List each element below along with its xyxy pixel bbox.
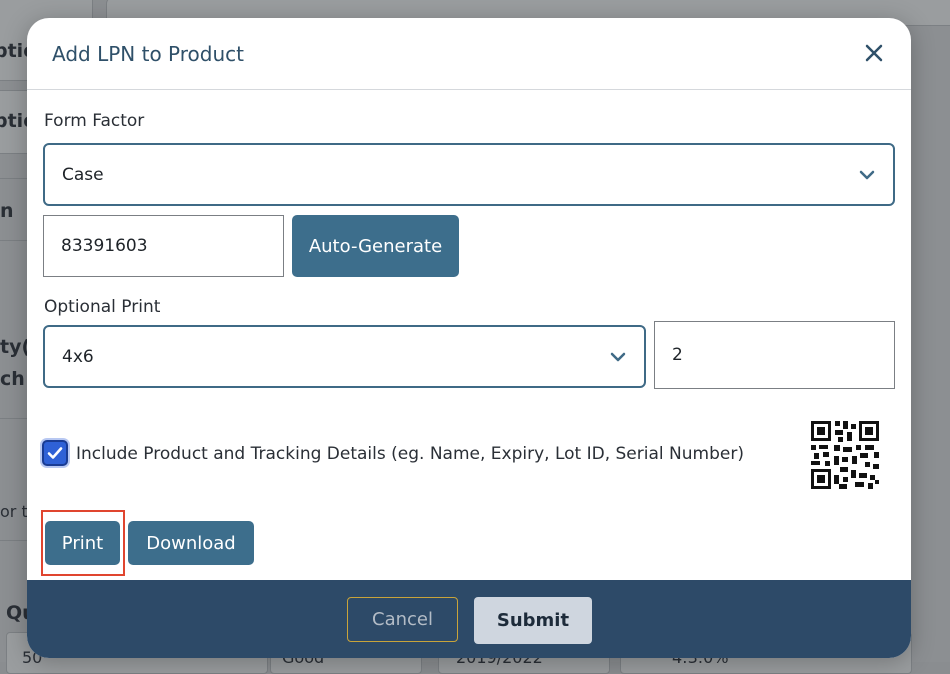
bg-text-fragment: ch [0, 368, 25, 390]
form-factor-label: Form Factor [44, 111, 145, 131]
download-button[interactable]: Download [128, 521, 254, 565]
cancel-button[interactable]: Cancel [347, 597, 458, 642]
bg-text-fragment: ty( [0, 336, 31, 358]
print-size-value: 4x6 [62, 346, 94, 367]
chevron-down-icon [610, 352, 626, 361]
bg-text-fragment: n [0, 200, 14, 222]
form-factor-value: Case [62, 164, 104, 185]
close-button[interactable] [863, 42, 885, 64]
optional-print-label: Optional Print [44, 297, 161, 317]
include-details-checkbox[interactable] [42, 440, 68, 466]
modal-header: Add LPN to Product [27, 18, 911, 90]
add-lpn-modal: Add LPN to Product Form Factor Case Auto… [27, 18, 911, 658]
modal-footer: Cancel Submit [27, 580, 911, 658]
modal-title: Add LPN to Product [52, 42, 244, 66]
auto-generate-button[interactable]: Auto-Generate [292, 215, 459, 277]
qr-code-icon [810, 420, 880, 490]
lpn-input[interactable] [43, 215, 284, 277]
print-size-select[interactable]: 4x6 [43, 325, 646, 388]
checkmark-icon [47, 447, 63, 459]
chevron-down-icon [859, 170, 875, 179]
print-copies-input[interactable] [654, 321, 895, 389]
print-button[interactable]: Print [45, 521, 120, 565]
submit-button[interactable]: Submit [474, 597, 592, 644]
form-factor-select[interactable]: Case [43, 143, 895, 206]
include-details-label: Include Product and Tracking Details (eg… [76, 444, 744, 464]
close-icon [865, 44, 883, 62]
